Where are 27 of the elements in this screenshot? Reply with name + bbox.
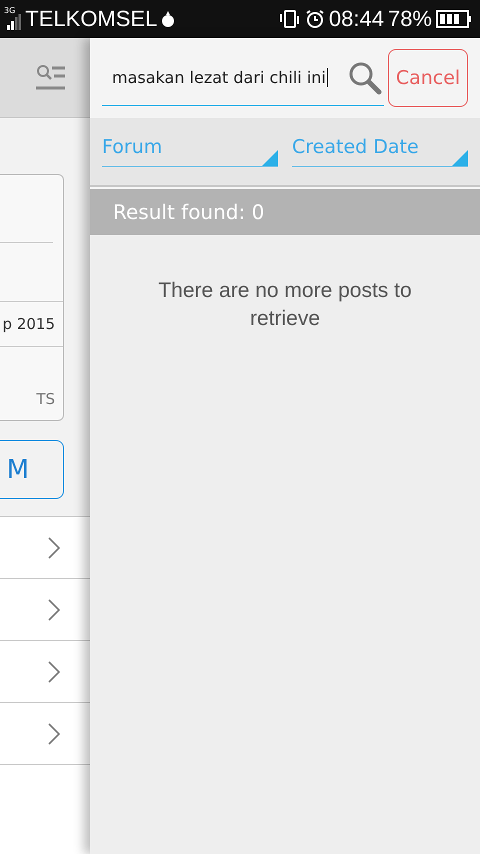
card-text: p 2015 — [2, 315, 55, 334]
carrier-name: TELKOMSEL — [25, 6, 158, 32]
chevron-icon — [48, 536, 60, 558]
alarm-icon — [304, 9, 325, 29]
chevron-icon — [48, 722, 60, 744]
empty-message: There are no more posts to retrieve — [157, 278, 413, 332]
vibrate-icon — [278, 9, 301, 29]
battery-icon — [436, 10, 472, 28]
side-button[interactable]: M — [0, 440, 64, 499]
dropdown-corner-icon — [262, 150, 278, 166]
battery-percent: 78% — [388, 6, 432, 32]
clock-time: 08:44 — [328, 6, 384, 32]
search-filter-icon[interactable] — [36, 64, 66, 92]
chevron-icon — [48, 660, 60, 682]
result-count: Result found: 0 — [113, 200, 264, 224]
network-type: 3G — [4, 6, 16, 15]
signal-icon — [7, 14, 22, 30]
search-text: masakan lezat dari chili ini — [112, 68, 328, 87]
search-icon[interactable] — [348, 60, 382, 94]
dropdown-corner-icon — [452, 150, 468, 166]
filter-dropdown[interactable]: Forum — [102, 136, 278, 167]
fruit-icon — [161, 10, 176, 28]
filter-dropdown[interactable]: Created Date — [292, 136, 468, 167]
chevron-icon — [48, 598, 60, 620]
cancel-button[interactable]: Cancel — [388, 49, 468, 107]
search-field[interactable]: masakan lezat dari chili ini — [102, 50, 384, 106]
card-text: TS — [36, 390, 55, 408]
